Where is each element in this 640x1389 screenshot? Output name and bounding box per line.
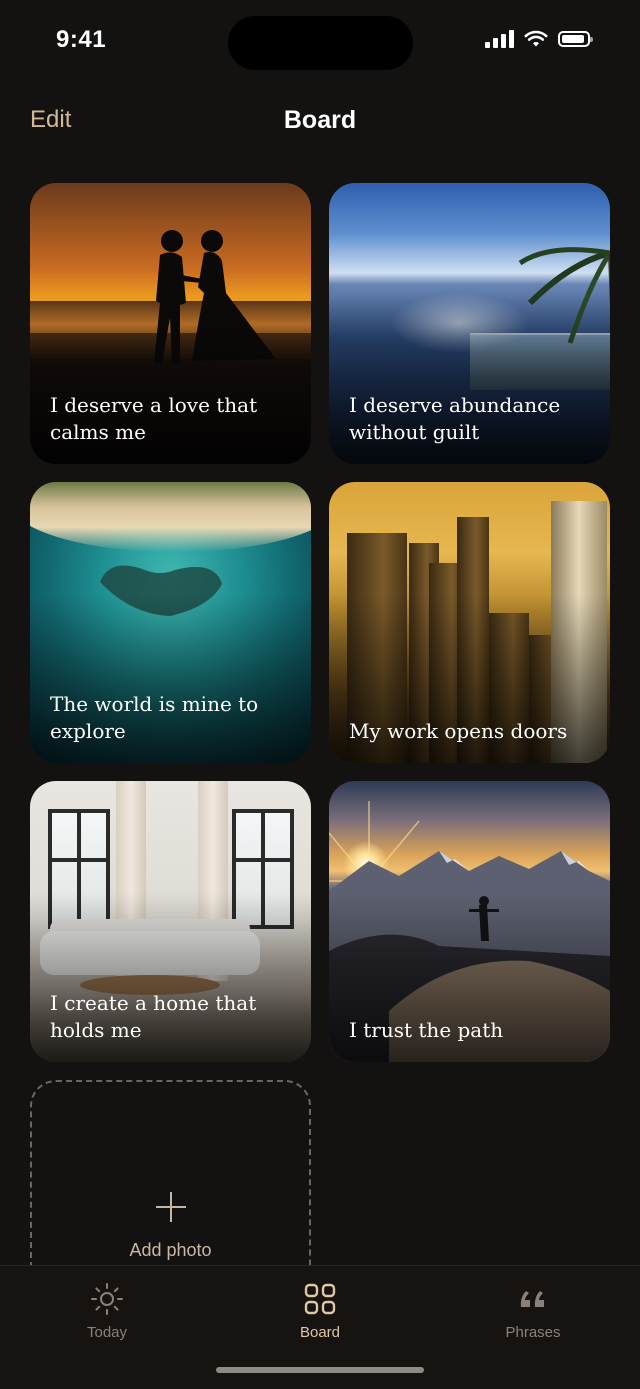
card-caption: The world is mine to explore [50, 692, 259, 743]
status-time: 9:41 [56, 26, 107, 53]
tab-label: Phrases [505, 1324, 561, 1341]
card-caption: I trust the path [349, 1018, 504, 1042]
tab-label: Board [299, 1324, 341, 1341]
status-bar: 9:41 [0, 0, 640, 90]
board-card-path[interactable]: I trust the path [329, 781, 610, 1062]
board-card-love[interactable]: I deserve a love that calms me [30, 183, 311, 464]
card-caption: I create a home that holds me [50, 991, 257, 1042]
dynamic-island [228, 16, 413, 70]
wifi-icon [524, 30, 548, 47]
battery-icon [558, 31, 593, 47]
board-card-work[interactable]: My work opens doors [329, 482, 610, 763]
board-card-explore[interactable]: The world is mine to explore [30, 482, 311, 763]
tab-board[interactable]: Board [250, 1282, 390, 1341]
quote-icon [520, 1291, 544, 1307]
cellular-signal-icon [485, 30, 514, 48]
board-card-abundance[interactable]: I deserve abundance without guilt [329, 183, 610, 464]
home-indicator[interactable] [216, 1367, 424, 1373]
plus-icon [155, 1192, 186, 1222]
sun-icon [91, 1283, 123, 1315]
page-title: Board [283, 106, 357, 134]
card-caption: I deserve a love that calms me [50, 393, 258, 444]
tab-label: Today [86, 1324, 128, 1341]
status-icons [485, 30, 593, 48]
card-caption: I deserve abundance without guilt [349, 393, 561, 444]
add-photo-button[interactable]: Add photo [30, 1080, 311, 1280]
add-photo-label: Add photo [129, 1240, 212, 1260]
grid-icon [304, 1283, 336, 1315]
card-caption: My work opens doors [349, 719, 568, 743]
tab-phrases[interactable]: Phrases [463, 1282, 603, 1341]
board-card-home[interactable]: I create a home that holds me [30, 781, 311, 1062]
tab-today[interactable]: Today [37, 1282, 177, 1341]
